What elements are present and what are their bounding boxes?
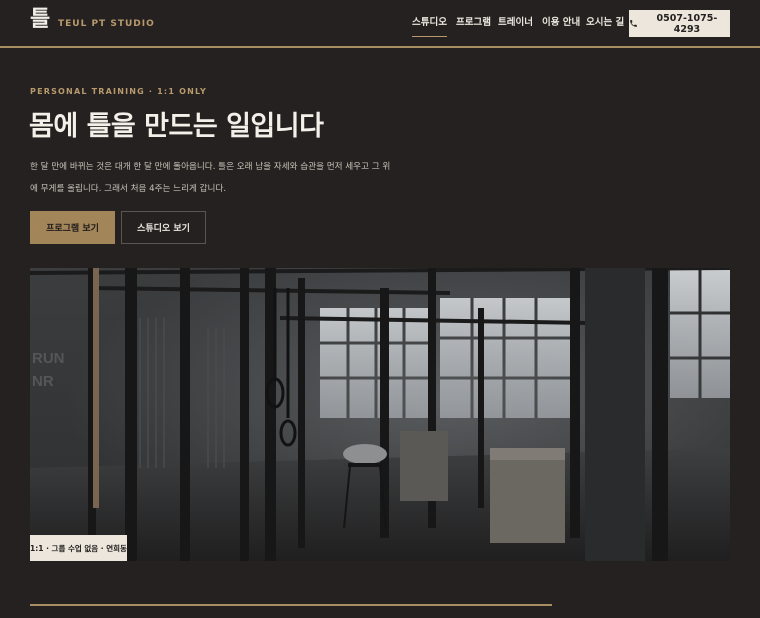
hero-intro-line-2: 에 무게를 올립니다. 그래서 처음 4주는 느리게 갑니다. bbox=[30, 184, 227, 194]
hero-intro: 한 달 만에 바뀌는 것은 대개 한 달 만에 돌아옵니다. 틀은 오래 남을 … bbox=[30, 156, 391, 200]
nav-item-studio[interactable]: 스튜디오 bbox=[412, 16, 447, 37]
nav-item-directions[interactable]: 오시는 길 bbox=[586, 16, 624, 29]
nav-item-guide[interactable]: 이용 안내 bbox=[542, 16, 580, 29]
hero-headline: 몸에 틀을 만드는 일입니다 bbox=[29, 111, 324, 142]
phone-icon bbox=[630, 20, 637, 27]
gym-interior-image: RUN NR bbox=[30, 268, 730, 561]
phone-number: 0507-1075-4293 bbox=[656, 12, 718, 35]
site-header: 틀 TEUL PT STUDIO 스튜디오 프로그램 트레이너 이용 안내 오시… bbox=[0, 0, 760, 48]
view-studio-button[interactable]: 스튜디오 보기 bbox=[121, 211, 206, 244]
phone-button[interactable]: 0507-1075-4293 bbox=[629, 10, 730, 37]
nav-item-trainer[interactable]: 트레이너 bbox=[498, 16, 533, 29]
logo-text[interactable]: TEUL PT STUDIO bbox=[58, 18, 155, 30]
section-divider bbox=[30, 604, 552, 606]
logo-mark[interactable]: 틀 bbox=[30, 7, 50, 33]
photo-caption-badge: 1:1 · 그룹 수업 없음 · 연희동 bbox=[30, 535, 127, 561]
hero-intro-line-1: 한 달 만에 바뀌는 것은 대개 한 달 만에 돌아옵니다. 틀은 오래 남을 … bbox=[30, 162, 391, 172]
nav-item-program[interactable]: 프로그램 bbox=[456, 16, 491, 29]
hero-eyebrow: PERSONAL TRAINING · 1:1 ONLY bbox=[30, 87, 208, 96]
view-programs-button[interactable]: 프로그램 보기 bbox=[30, 211, 115, 244]
studio-photo: RUN NR bbox=[30, 268, 730, 561]
wall-text-run: RUN bbox=[32, 350, 65, 367]
wall-text-nr: NR bbox=[32, 373, 54, 390]
